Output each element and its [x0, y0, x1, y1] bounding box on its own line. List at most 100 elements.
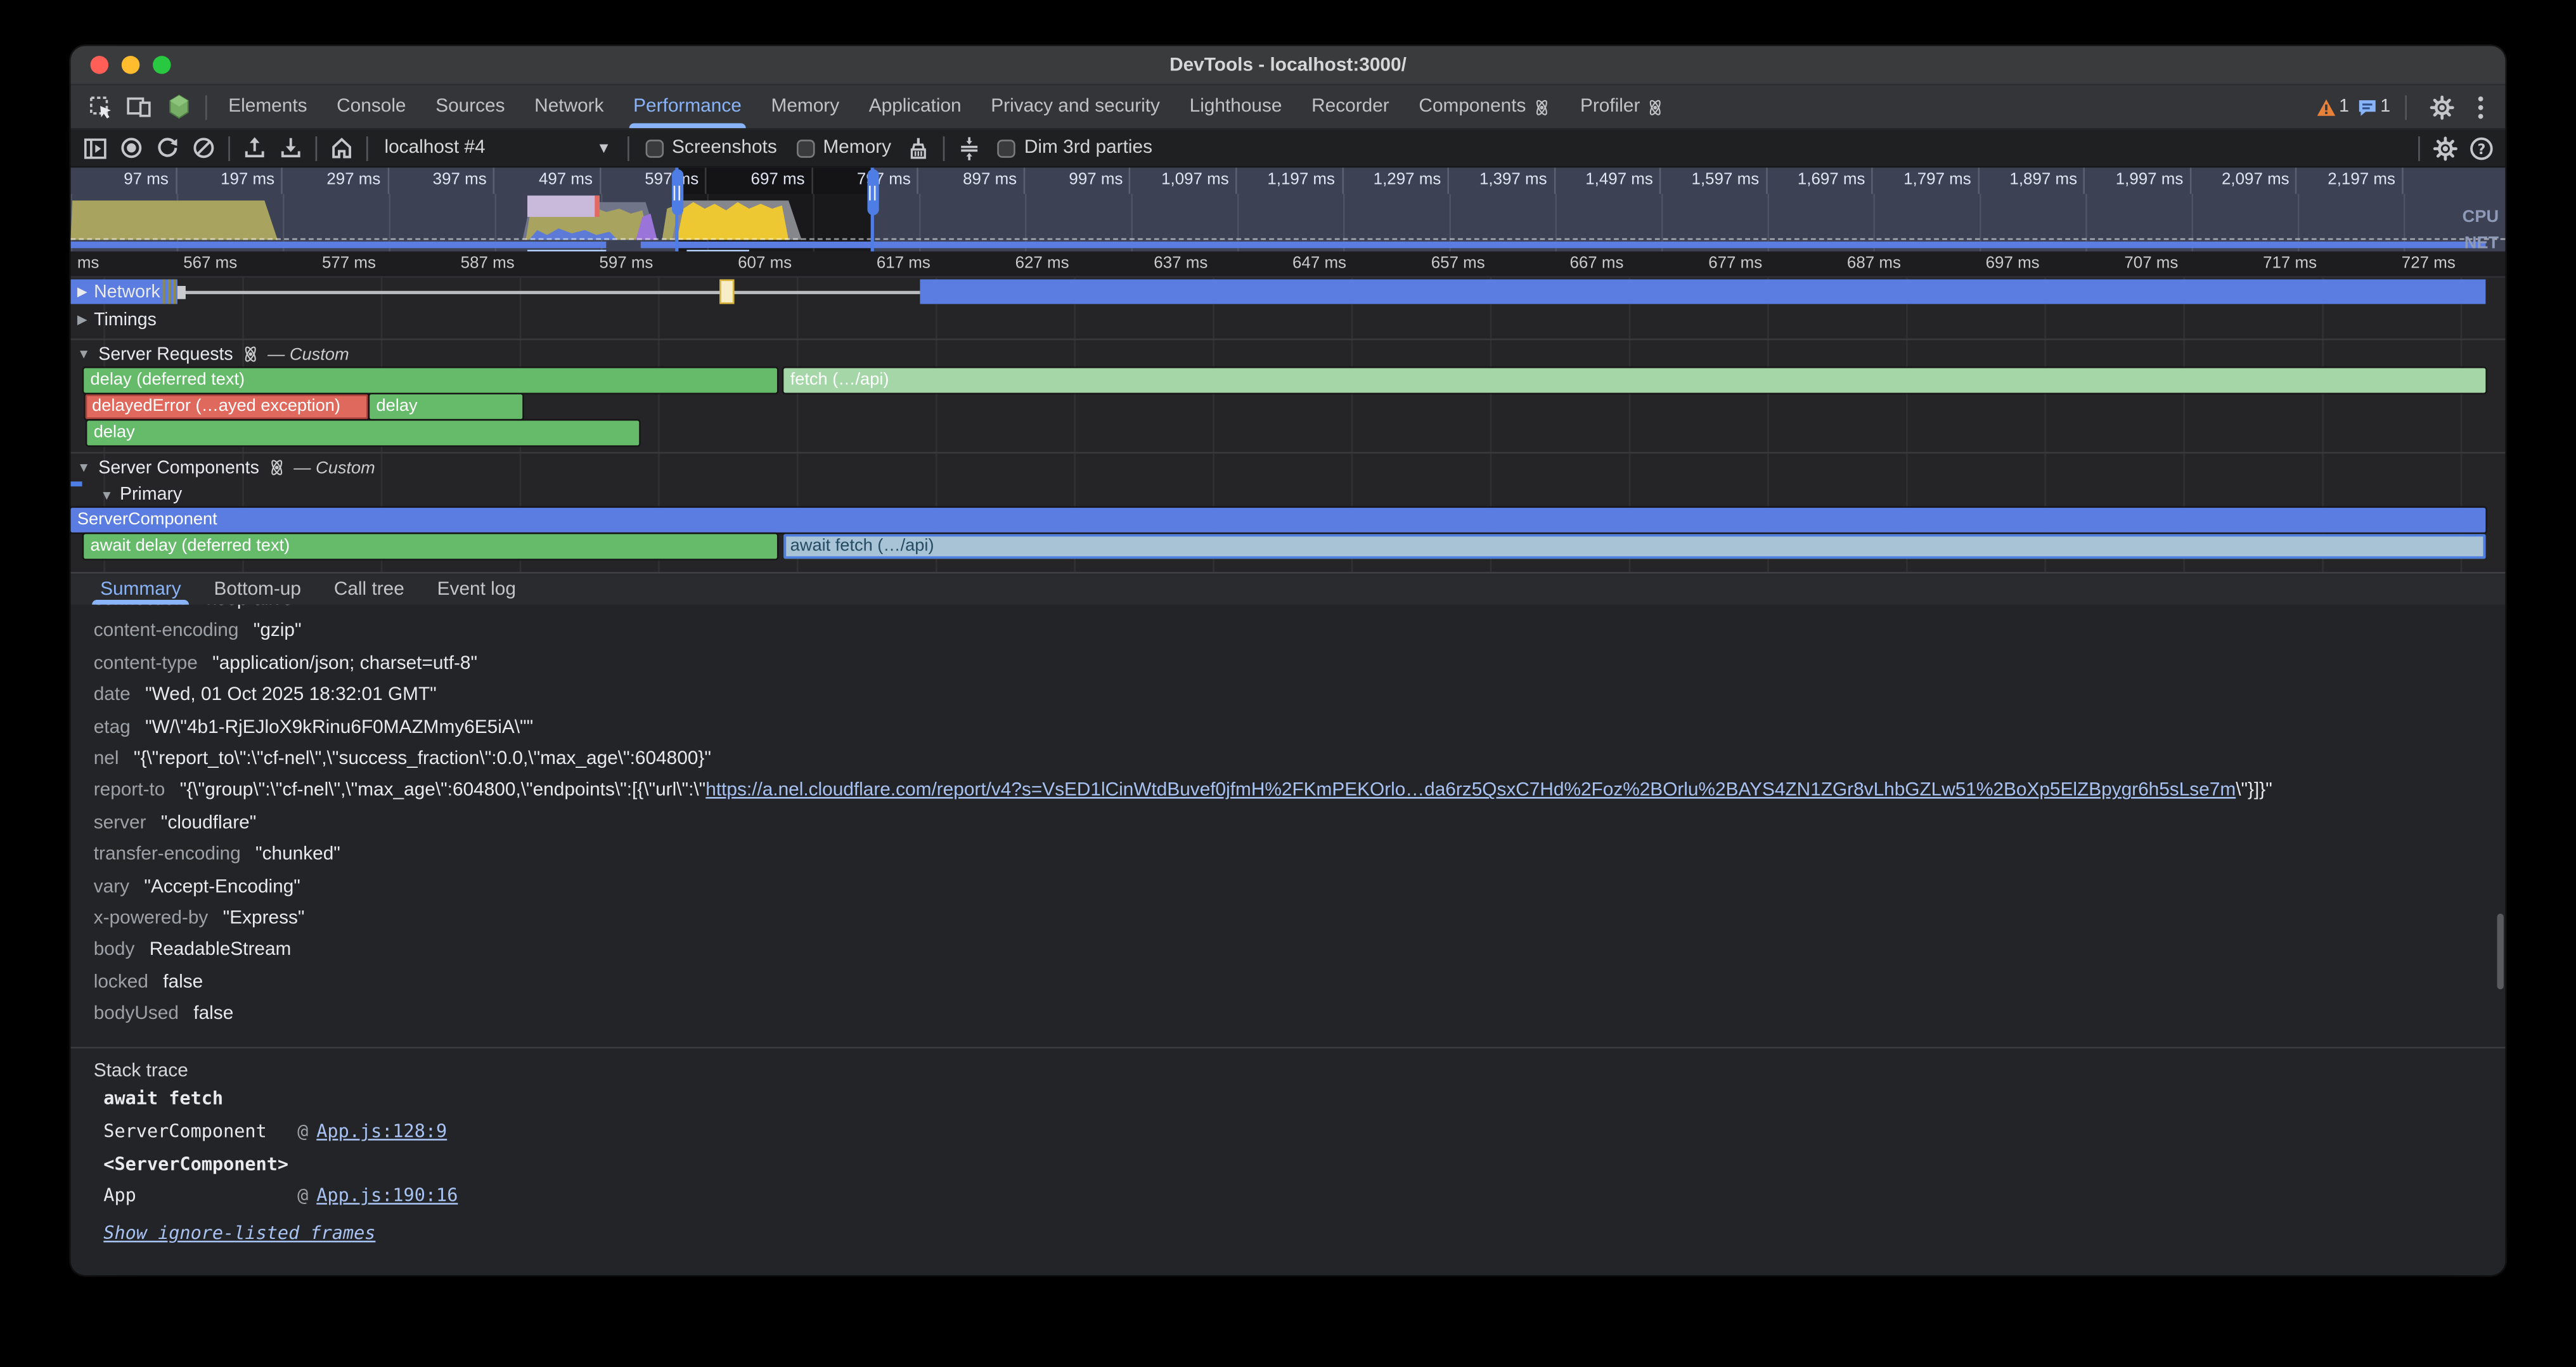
tab-network[interactable]: Network — [520, 86, 619, 128]
details-tab-summary[interactable]: Summary — [84, 574, 197, 605]
timings-track[interactable]: ▶ Timings — [70, 306, 2505, 334]
ruler-tick: 567 ms — [103, 252, 242, 276]
profile-selector[interactable]: localhost #4 ▼ — [375, 138, 621, 158]
close-window-button[interactable] — [91, 56, 109, 74]
download-profile-icon[interactable] — [273, 130, 309, 166]
device-toolbar-icon[interactable] — [120, 86, 159, 128]
divider — [366, 136, 368, 160]
overview-ruler: 97 ms197 ms297 ms397 ms497 ms597 ms697 m… — [70, 167, 2505, 193]
zoom-window-button[interactable] — [153, 56, 171, 74]
summary-pane[interactable]: connection"keep-alive"content-encoding"g… — [70, 605, 2505, 1275]
tab-profiler[interactable]: Profiler — [1566, 86, 1680, 128]
stack-trace-title: Stack trace — [70, 1049, 2505, 1089]
clear-icon[interactable] — [186, 130, 222, 166]
memory-checkbox[interactable]: Memory — [787, 138, 901, 158]
tab-lighthouse[interactable]: Lighthouse — [1175, 86, 1297, 128]
upload-profile-icon[interactable] — [236, 130, 273, 166]
node-logo-icon[interactable] — [159, 86, 198, 128]
tab-elements[interactable]: Elements — [214, 86, 322, 128]
flame-chart-tracks[interactable]: ▶ Network ▶ Timings ▼ Server Requests — … — [70, 278, 2505, 572]
event-bar[interactable]: await delay (deferred text) — [84, 534, 777, 559]
minimize-window-button[interactable] — [122, 56, 140, 74]
tab-sources[interactable]: Sources — [421, 86, 520, 128]
reload-record-icon[interactable] — [150, 130, 186, 166]
details-tab-event-log[interactable]: Event log — [421, 574, 532, 605]
issues-badge[interactable]: 1 — [2357, 97, 2390, 117]
tab-recorder[interactable]: Recorder — [1297, 86, 1404, 128]
network-whisker-line — [183, 291, 920, 294]
property-value: "Wed, 01 Oct 2025 18:32:01 GMT" — [145, 685, 437, 705]
timings-track-header[interactable]: ▶ Timings — [77, 306, 157, 334]
property-value: "W/\"4b1-RjEJloX9kRinu6F0MAZMmy6E5iA\"" — [145, 717, 533, 737]
toggle-sidebar-icon[interactable] — [77, 130, 113, 166]
react-atom-icon — [242, 345, 260, 363]
record-icon[interactable] — [113, 130, 150, 166]
event-bar[interactable]: ServerComponent — [70, 508, 2485, 533]
show-ignore-listed-frames-link[interactable]: Show ignore-listed frames — [103, 1217, 2505, 1250]
warnings-badge[interactable]: 1 — [2316, 97, 2349, 117]
capture-settings-gear-icon[interactable] — [2426, 136, 2463, 160]
overview-tick: 1,097 ms — [1131, 167, 1237, 193]
tab-application[interactable]: Application — [854, 86, 976, 128]
performance-toolbar: localhost #4 ▼ Screenshots Memory Dim 3r… — [70, 130, 2505, 168]
overview-tick: 997 ms — [1025, 167, 1131, 193]
frame-function-name: App — [103, 1185, 297, 1207]
details-tab-bar: SummaryBottom-upCall treeEvent log — [70, 572, 2505, 605]
frame-source-link[interactable]: App.js:190:16 — [316, 1185, 458, 1207]
selection-handle-right[interactable] — [866, 169, 878, 216]
screenshots-checkbox[interactable]: Screenshots — [636, 138, 787, 158]
event-bar[interactable]: delayedError (…ayed exception) — [86, 394, 368, 419]
network-track-header[interactable]: ▶ Network — [77, 278, 160, 306]
details-tab-bottom-up[interactable]: Bottom-up — [198, 574, 318, 605]
ruler-tick: 697 ms — [1906, 252, 2045, 276]
event-bar[interactable]: delay (deferred text) — [84, 368, 777, 393]
timeline-overview[interactable]: 97 ms197 ms297 ms397 ms497 ms597 ms697 m… — [70, 167, 2505, 251]
inspect-element-icon[interactable] — [80, 86, 120, 128]
network-request-bar[interactable] — [920, 280, 2485, 304]
ruler-unit-label: ms — [70, 252, 103, 276]
dim-3rd-parties-checkbox[interactable]: Dim 3rd parties — [988, 138, 1162, 158]
server-components-header[interactable]: ▼ Server Components — Custom — [70, 452, 2505, 482]
network-track[interactable]: ▶ Network — [70, 278, 2505, 306]
network-pending-bar[interactable] — [719, 280, 734, 304]
event-bar[interactable]: await fetch (…/api) — [783, 534, 2485, 559]
primary-group-header[interactable]: ▼ Primary — [70, 481, 2505, 507]
help-icon[interactable]: ? — [2463, 136, 2499, 160]
divider — [944, 136, 946, 160]
net-activity-bar — [70, 242, 606, 248]
collapse-icon[interactable] — [952, 130, 988, 166]
ruler-tick: 687 ms — [1767, 252, 1906, 276]
event-bar[interactable]: fetch (…/api) — [783, 368, 2485, 393]
tab-privacy-and-security[interactable]: Privacy and security — [976, 86, 1175, 128]
collect-garbage-icon[interactable] — [901, 130, 937, 166]
ruler-tick: 587 ms — [381, 252, 520, 276]
home-icon[interactable] — [324, 130, 360, 166]
title-bar[interactable]: DevTools - localhost:3000/ — [70, 46, 2505, 86]
collapsed-triangle-icon: ▶ — [77, 284, 87, 299]
selection-handle-left[interactable] — [671, 169, 683, 216]
details-tab-call-tree[interactable]: Call tree — [318, 574, 421, 605]
settings-gear-icon[interactable] — [2421, 94, 2461, 119]
cpu-strip-label: CPU — [2463, 207, 2499, 227]
scrollbar-thumb[interactable] — [2497, 914, 2504, 989]
event-bar-label: delay — [94, 422, 135, 442]
property-key: transfer-encoding — [94, 845, 241, 865]
ruler-tick: 707 ms — [2044, 252, 2183, 276]
expanded-triangle-icon: ▼ — [77, 460, 91, 475]
property-row: vary"Accept-Encoding" — [70, 877, 2505, 909]
tab-memory[interactable]: Memory — [756, 86, 854, 128]
event-bar[interactable]: delay — [370, 394, 522, 419]
overview-tick: 197 ms — [177, 167, 283, 193]
property-value: false — [193, 1004, 233, 1024]
tab-performance[interactable]: Performance — [619, 86, 756, 128]
toolbar-right: ? — [2412, 136, 2499, 160]
tab-console[interactable]: Console — [322, 86, 421, 128]
report-to-link[interactable]: https://a.nel.cloudflare.com/report/v4?s… — [705, 781, 2236, 801]
frame-source-link[interactable]: App.js:128:9 — [316, 1121, 447, 1143]
event-bar[interactable]: delay — [87, 421, 639, 446]
tab-components[interactable]: Components — [1404, 86, 1566, 128]
server-requests-header[interactable]: ▼ Server Requests — Custom — [70, 339, 2505, 368]
overview-tick: 1,497 ms — [1555, 167, 1661, 193]
value-suffix: \"}]}" — [2236, 781, 2272, 801]
kebab-menu-icon[interactable] — [2469, 94, 2492, 119]
